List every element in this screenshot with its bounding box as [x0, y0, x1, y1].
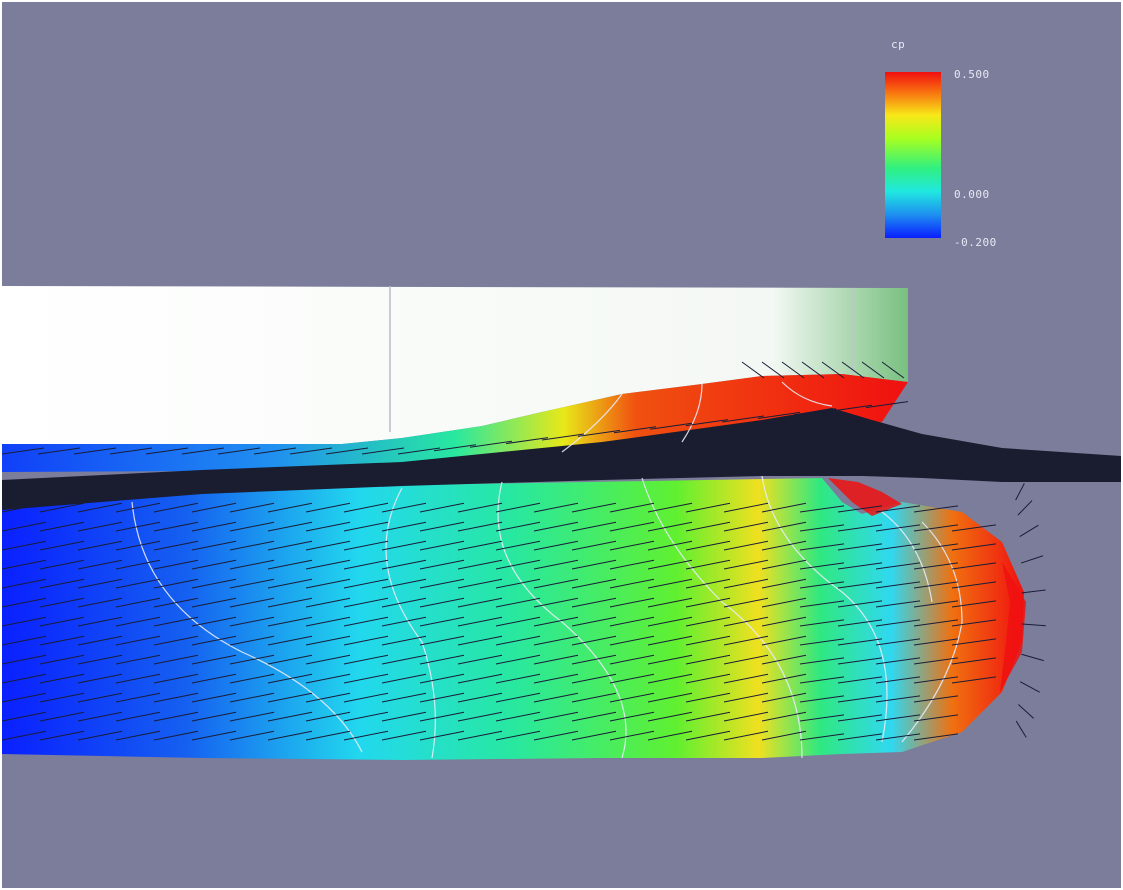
velocity-vector [1020, 555, 1044, 564]
velocity-vector [1021, 623, 1046, 627]
colorbar [885, 72, 941, 238]
legend-mid-label: 0.000 [954, 188, 990, 201]
velocity-vector [1017, 500, 1033, 516]
render-viewport: cp 0.500 0.000 -0.200 [2, 2, 1121, 888]
legend-max-label: 0.500 [954, 68, 990, 81]
ship-bow-render [2, 72, 1121, 760]
velocity-vector [1021, 589, 1046, 594]
velocity-vector [1015, 720, 1027, 738]
legend-title: cp [891, 38, 906, 51]
velocity-vector [1019, 681, 1040, 693]
velocity-vector [1015, 483, 1025, 501]
velocity-vector [1021, 653, 1044, 662]
legend-min-label: -0.200 [954, 236, 997, 249]
velocity-vector [1019, 524, 1039, 537]
velocity-vector [1018, 704, 1034, 719]
